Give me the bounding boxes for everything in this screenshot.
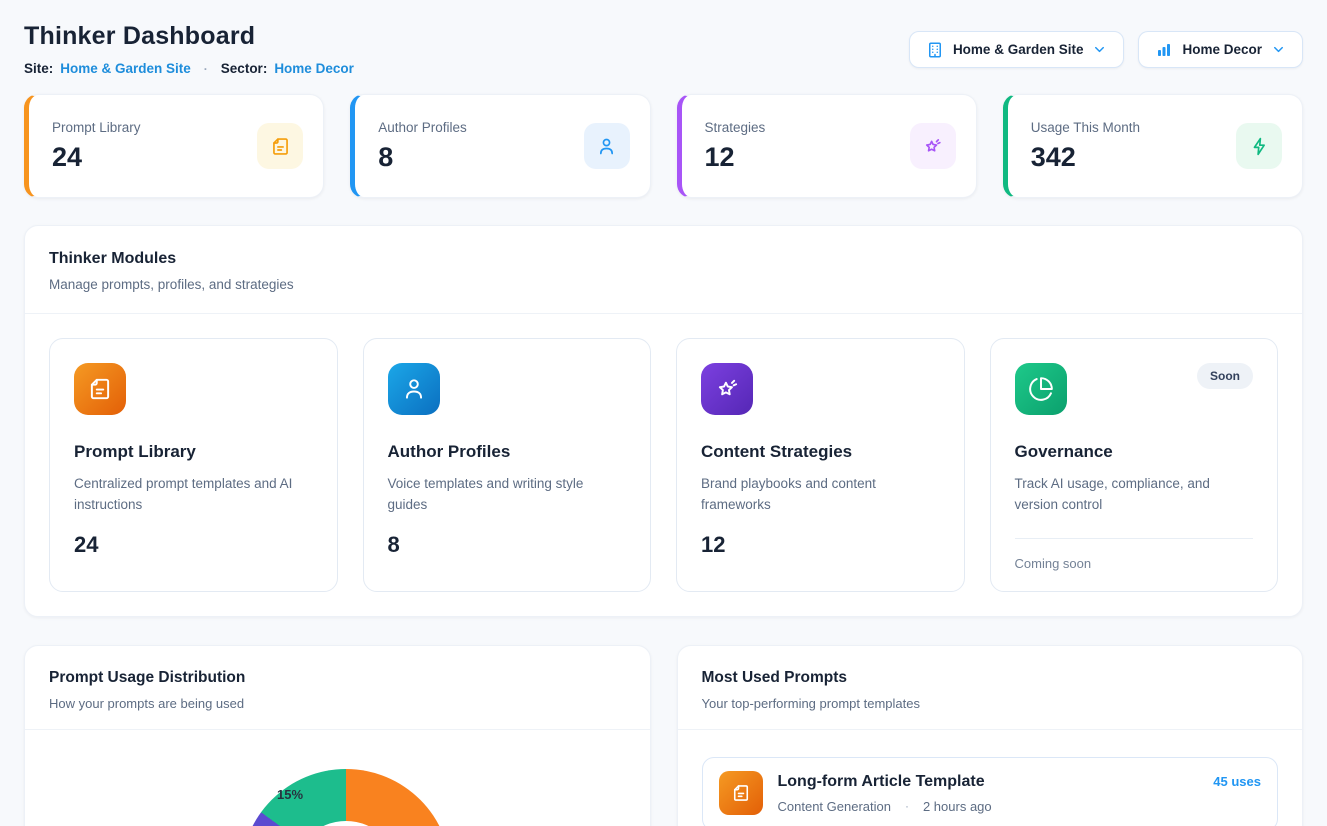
bottom-panels: Prompt Usage Distribution How your promp… xyxy=(24,645,1303,826)
stat-value: 8 xyxy=(378,142,467,173)
document-icon xyxy=(719,771,763,815)
module-count: 8 xyxy=(388,532,627,558)
stat-card-strategies: Strategies 12 xyxy=(677,94,977,198)
module-description: Track AI usage, compliance, and version … xyxy=(1015,474,1254,516)
building-icon xyxy=(926,41,944,59)
document-icon xyxy=(74,363,126,415)
dashboard-page: Thinker Dashboard Site: Home & Garden Si… xyxy=(0,0,1327,826)
breadcrumb: Site: Home & Garden Site · Sector: Home … xyxy=(24,61,354,76)
site-label: Site: xyxy=(24,61,53,76)
usage-panel-title: Prompt Usage Distribution xyxy=(49,669,626,687)
module-title: Prompt Library xyxy=(74,442,313,462)
site-selector-label: Home & Garden Site xyxy=(953,42,1084,57)
bar-chart-icon xyxy=(1155,41,1173,59)
stat-value: 342 xyxy=(1031,142,1140,173)
chevron-down-icon xyxy=(1092,42,1107,57)
module-card-author-profiles[interactable]: Author Profiles Voice templates and writ… xyxy=(363,338,652,592)
pie-chart-icon xyxy=(1015,363,1067,415)
sparkle-star-icon xyxy=(910,123,956,169)
module-count: 12 xyxy=(701,532,940,558)
stat-text: Prompt Library 24 xyxy=(52,120,141,173)
prompt-item-title: Long-form Article Template xyxy=(778,773,992,791)
chevron-down-icon xyxy=(1271,42,1286,57)
prompt-item-text: Long-form Article Template Content Gener… xyxy=(778,773,992,814)
sector-selector-button[interactable]: Home Decor xyxy=(1138,31,1303,68)
usage-donut-chart xyxy=(241,769,451,826)
prompts-panel-header: Most Used Prompts Your top-performing pr… xyxy=(678,646,1303,730)
module-description: Centralized prompt templates and AI inst… xyxy=(74,474,313,516)
modules-title: Thinker Modules xyxy=(49,250,1278,268)
breadcrumb-dot: · xyxy=(198,62,214,76)
prompt-item-time: 2 hours ago xyxy=(923,799,992,814)
header-left: Thinker Dashboard Site: Home & Garden Si… xyxy=(24,22,354,76)
stat-label: Author Profiles xyxy=(378,120,467,135)
stat-label: Strategies xyxy=(705,120,766,135)
document-icon xyxy=(257,123,303,169)
modules-header: Thinker Modules Manage prompts, profiles… xyxy=(25,226,1302,314)
module-card-content-strategies[interactable]: Content Strategies Brand playbooks and c… xyxy=(676,338,965,592)
stat-text: Strategies 12 xyxy=(705,120,766,173)
modules-subtitle: Manage prompts, profiles, and strategies xyxy=(49,277,1278,292)
prompts-panel-title: Most Used Prompts xyxy=(702,669,1279,687)
usage-distribution-panel: Prompt Usage Distribution How your promp… xyxy=(24,645,651,826)
sector-selector-label: Home Decor xyxy=(1182,42,1262,57)
module-title: Content Strategies xyxy=(701,442,940,462)
bolt-icon xyxy=(1236,123,1282,169)
usage-panel-subtitle: How your prompts are being used xyxy=(49,696,626,711)
stat-text: Usage This Month 342 xyxy=(1031,120,1140,173)
user-icon xyxy=(388,363,440,415)
stat-value: 24 xyxy=(52,142,141,173)
prompt-item-uses-badge: 45 uses xyxy=(1213,774,1261,789)
stat-label: Prompt Library xyxy=(52,120,141,135)
user-icon xyxy=(584,123,630,169)
module-description: Brand playbooks and content frameworks xyxy=(701,474,940,516)
site-link[interactable]: Home & Garden Site xyxy=(60,61,191,76)
sector-label: Sector: xyxy=(221,61,268,76)
coming-soon-text: Coming soon xyxy=(1015,556,1254,571)
module-card-prompt-library[interactable]: Prompt Library Centralized prompt templa… xyxy=(49,338,338,592)
prompt-list-item[interactable]: Long-form Article Template Content Gener… xyxy=(702,757,1279,826)
prompt-item-category: Content Generation xyxy=(778,799,891,814)
stat-cards-row: Prompt Library 24 Author Profiles 8 Stra… xyxy=(24,94,1303,198)
module-title: Governance xyxy=(1015,442,1254,462)
modules-section: Thinker Modules Manage prompts, profiles… xyxy=(24,225,1303,617)
header-selectors: Home & Garden Site Home Decor xyxy=(909,31,1303,68)
stat-text: Author Profiles 8 xyxy=(378,120,467,173)
sparkle-star-icon xyxy=(701,363,753,415)
meta-dot: · xyxy=(899,799,915,813)
module-title: Author Profiles xyxy=(388,442,627,462)
most-used-prompts-panel: Most Used Prompts Your top-performing pr… xyxy=(677,645,1304,826)
usage-panel-header: Prompt Usage Distribution How your promp… xyxy=(25,646,650,730)
page-header: Thinker Dashboard Site: Home & Garden Si… xyxy=(24,22,1303,76)
modules-grid: Prompt Library Centralized prompt templa… xyxy=(25,314,1302,616)
page-title: Thinker Dashboard xyxy=(24,22,354,51)
module-card-governance[interactable]: Soon Governance Track AI usage, complian… xyxy=(990,338,1279,592)
stat-value: 12 xyxy=(705,142,766,173)
module-divider xyxy=(1015,538,1254,539)
soon-badge: Soon xyxy=(1197,363,1253,389)
stat-card-usage: Usage This Month 342 xyxy=(1003,94,1303,198)
stat-card-prompt-library: Prompt Library 24 xyxy=(24,94,324,198)
site-selector-button[interactable]: Home & Garden Site xyxy=(909,31,1125,68)
prompt-item-meta: Content Generation · 2 hours ago xyxy=(778,799,992,814)
stat-card-author-profiles: Author Profiles 8 xyxy=(350,94,650,198)
sector-link[interactable]: Home Decor xyxy=(274,61,354,76)
prompts-panel-subtitle: Your top-performing prompt templates xyxy=(702,696,1279,711)
stat-label: Usage This Month xyxy=(1031,120,1140,135)
module-description: Voice templates and writing style guides xyxy=(388,474,627,516)
module-count: 24 xyxy=(74,532,313,558)
donut-slice-label: 15% xyxy=(277,787,303,802)
